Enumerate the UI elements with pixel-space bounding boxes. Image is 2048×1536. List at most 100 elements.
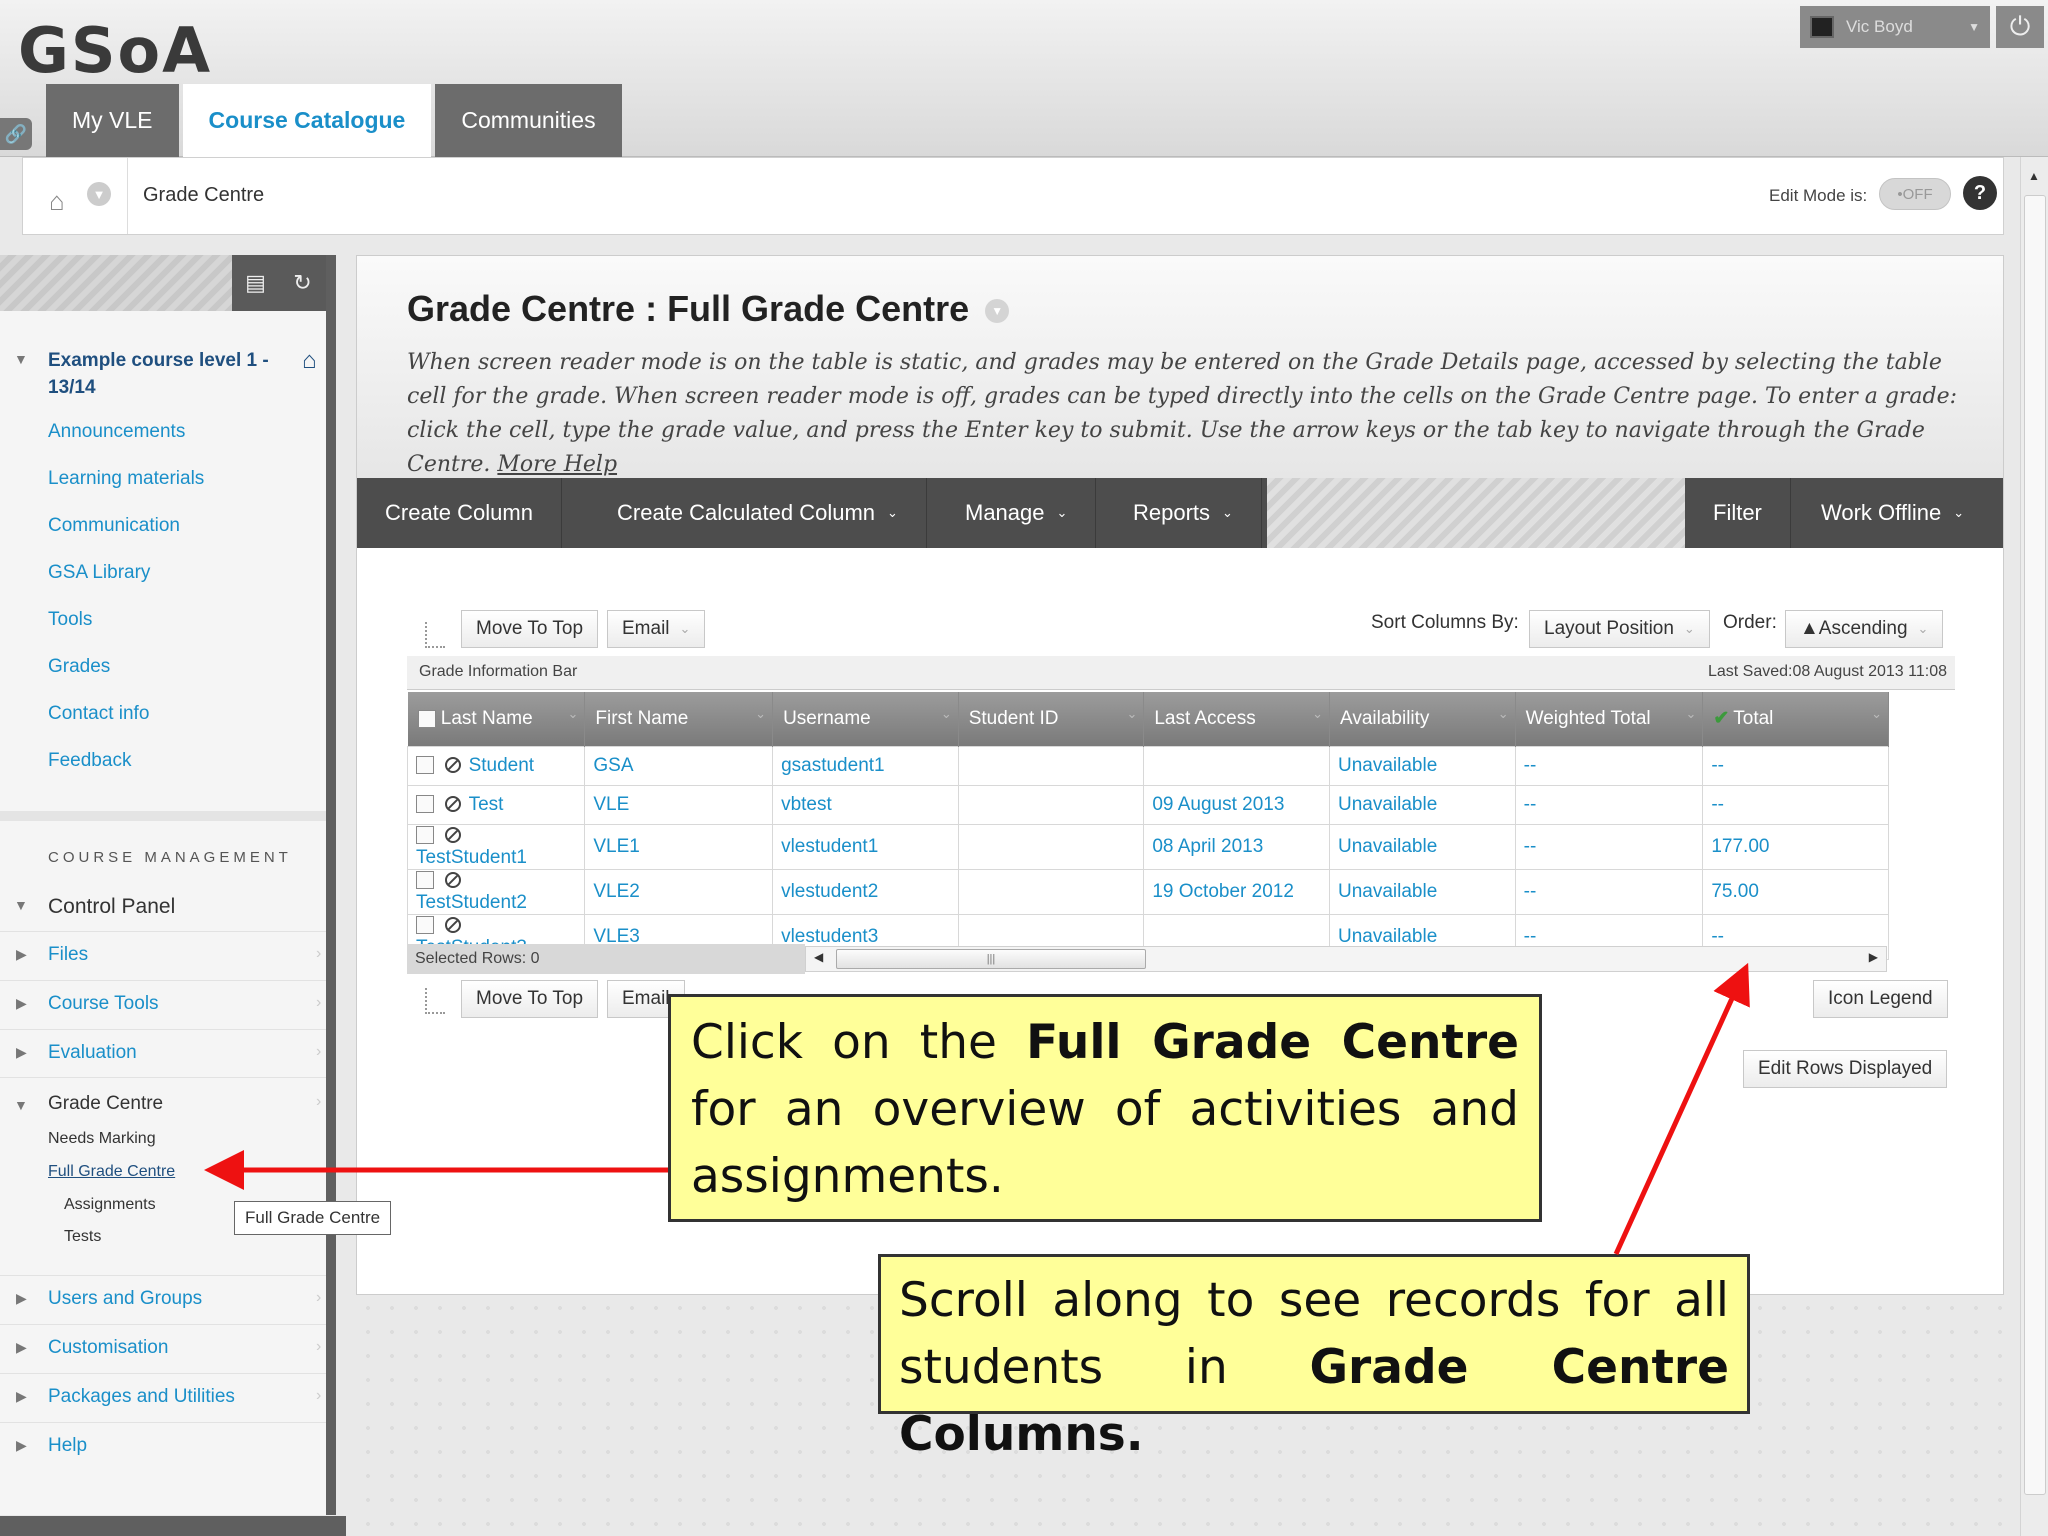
- first-name-cell[interactable]: VLE1: [584, 823, 774, 870]
- email-button[interactable]: Email ⌄: [607, 610, 706, 648]
- chevron-down-icon[interactable]: ⌄: [1871, 706, 1882, 722]
- row-checkbox[interactable]: [416, 795, 434, 814]
- chevron-down-icon[interactable]: ⌄: [1685, 706, 1696, 722]
- last-access-cell[interactable]: 08 April 2013: [1143, 823, 1330, 870]
- sidebar-item-announcements[interactable]: Announcements: [48, 421, 185, 443]
- folder-icon[interactable]: ▤: [232, 255, 279, 311]
- sidebar-item-evaluation[interactable]: ▶ Evaluation ›: [0, 1029, 326, 1077]
- sidebar-item-assignments[interactable]: Assignments: [64, 1196, 156, 1214]
- availability-cell[interactable]: Unavailable: [1329, 745, 1516, 786]
- control-panel-title[interactable]: Control Panel: [48, 895, 175, 919]
- last-name-cell[interactable]: TestStudent1: [406, 823, 586, 870]
- sidebar-item-grades[interactable]: Grades: [48, 656, 110, 678]
- horizontal-scrollbar[interactable]: ◀ ||| ▶: [805, 946, 1887, 972]
- tab-my-vle[interactable]: My VLE: [46, 84, 179, 157]
- availability-cell[interactable]: Unavailable: [1329, 868, 1516, 915]
- select-all-checkbox[interactable]: [417, 709, 436, 728]
- first-name-cell[interactable]: VLE: [584, 784, 774, 825]
- weighted-total-cell[interactable]: --: [1514, 868, 1704, 915]
- row-checkbox[interactable]: [416, 916, 434, 935]
- chevron-down-icon[interactable]: ⌄: [755, 706, 766, 722]
- chevron-down-icon[interactable]: ⌄: [567, 706, 578, 722]
- sidebar-item-help[interactable]: ▶ Help: [0, 1422, 326, 1470]
- link-icon[interactable]: 🔗: [0, 118, 32, 150]
- sidebar-item-files[interactable]: ▶ Files ›: [0, 931, 326, 979]
- row-checkbox[interactable]: [416, 871, 434, 890]
- last-name-cell[interactable]: Test: [406, 784, 586, 825]
- row-checkbox[interactable]: [416, 756, 434, 775]
- sidebar-item-full-grade-centre[interactable]: Full Grade Centre: [48, 1163, 175, 1181]
- collapse-triangle-icon[interactable]: ▼: [14, 897, 28, 913]
- chevron-down-icon[interactable]: ⌄: [1498, 706, 1509, 722]
- sort-columns-select[interactable]: Layout Position ⌄: [1529, 610, 1710, 648]
- tab-communities[interactable]: Communities: [435, 84, 622, 157]
- scroll-left-icon[interactable]: ◀: [814, 950, 823, 964]
- vertical-scrollbar[interactable]: ▲: [2020, 157, 2048, 1536]
- availability-cell[interactable]: Unavailable: [1329, 784, 1516, 825]
- last-name-cell[interactable]: TestStudent2: [406, 868, 586, 915]
- sidebar-item-tools[interactable]: Tools: [48, 609, 92, 631]
- move-to-top-button-bottom[interactable]: Move To Top: [461, 980, 599, 1018]
- column-student-id[interactable]: Student ID ⌄: [958, 692, 1145, 746]
- weighted-total-cell[interactable]: --: [1514, 823, 1704, 870]
- home-icon[interactable]: ⌂: [49, 186, 65, 217]
- manage-button[interactable]: Manage ⌄: [937, 478, 1097, 548]
- collapse-triangle-icon[interactable]: ▼: [14, 351, 28, 367]
- total-cell[interactable]: --: [1702, 784, 1889, 825]
- chevron-down-icon[interactable]: ▼: [985, 299, 1010, 324]
- scroll-thumb[interactable]: [2024, 195, 2046, 1495]
- tab-course-catalogue[interactable]: Course Catalogue: [182, 84, 432, 157]
- sidebar-item-communication[interactable]: Communication: [48, 515, 180, 537]
- sidebar-item-learning-materials[interactable]: Learning materials: [48, 468, 204, 490]
- first-name-cell[interactable]: VLE2: [584, 868, 774, 915]
- sidebar-item-gsa-library[interactable]: GSA Library: [48, 562, 150, 584]
- student-id-cell[interactable]: [957, 745, 1145, 786]
- username-cell[interactable]: vlestudent2: [772, 868, 959, 915]
- column-total[interactable]: ✔ Total ⌄: [1702, 692, 1889, 746]
- last-name-cell[interactable]: Student: [406, 745, 586, 786]
- create-column-button[interactable]: Create Column: [357, 478, 562, 548]
- weighted-total-cell[interactable]: --: [1514, 745, 1704, 786]
- column-weighted-total[interactable]: Weighted Total ⌄: [1515, 692, 1704, 746]
- column-availability[interactable]: Availability ⌄: [1329, 692, 1516, 746]
- sidebar-item-course-tools[interactable]: ▶ Course Tools ›: [0, 980, 326, 1028]
- total-cell[interactable]: 75.00: [1702, 868, 1889, 915]
- user-menu[interactable]: Vic Boyd ▼: [1800, 6, 1990, 48]
- column-username[interactable]: Username ⌄: [772, 692, 959, 746]
- last-access-cell[interactable]: [1143, 745, 1330, 786]
- refresh-icon[interactable]: ↻: [279, 255, 326, 311]
- student-id-cell[interactable]: [957, 868, 1145, 915]
- sidebar-item-grade-centre[interactable]: Grade Centre: [48, 1093, 163, 1115]
- edit-mode-toggle[interactable]: • OFF: [1879, 178, 1951, 210]
- sidebar-item-feedback[interactable]: Feedback: [48, 750, 131, 772]
- filter-button[interactable]: Filter: [1685, 478, 1791, 548]
- total-cell[interactable]: --: [1702, 745, 1889, 786]
- collapse-triangle-icon[interactable]: ▼: [14, 1097, 28, 1113]
- chevron-down-icon[interactable]: ⌄: [941, 706, 952, 722]
- weighted-total-cell[interactable]: --: [1514, 784, 1704, 825]
- reports-button[interactable]: Reports ⌄: [1105, 478, 1262, 548]
- home-icon[interactable]: ⌂: [302, 347, 317, 375]
- more-help-link[interactable]: More Help: [497, 452, 617, 477]
- sidebar-item-customisation[interactable]: ▶ Customisation ›: [0, 1324, 326, 1372]
- username-cell[interactable]: vlestudent1: [772, 823, 959, 870]
- column-first-name[interactable]: First Name ⌄: [584, 692, 774, 746]
- edit-rows-displayed-button[interactable]: Edit Rows Displayed: [1743, 1050, 1948, 1088]
- work-offline-button[interactable]: Work Offline ⌄: [1793, 478, 1992, 548]
- column-last-access[interactable]: Last Access ⌄: [1143, 692, 1330, 746]
- total-cell[interactable]: 177.00: [1702, 823, 1889, 870]
- student-id-cell[interactable]: [957, 823, 1145, 870]
- last-access-cell[interactable]: 09 August 2013: [1143, 784, 1330, 825]
- scroll-right-icon[interactable]: ▶: [1869, 950, 1878, 964]
- chevron-down-icon[interactable]: ⌄: [1312, 706, 1323, 722]
- breadcrumb-title[interactable]: Grade Centre: [143, 184, 264, 207]
- availability-cell[interactable]: Unavailable: [1329, 823, 1516, 870]
- scroll-thumb[interactable]: |||: [836, 949, 1146, 969]
- username-cell[interactable]: vbtest: [772, 784, 959, 825]
- column-last-name[interactable]: Last Name ⌄: [407, 692, 586, 746]
- course-title[interactable]: Example course level 1 - 13/14: [48, 347, 288, 401]
- help-button[interactable]: ?: [1963, 176, 1997, 210]
- username-cell[interactable]: gsastudent1: [772, 745, 959, 786]
- first-name-cell[interactable]: GSA: [584, 745, 774, 786]
- create-calculated-column-button[interactable]: Create Calculated Column ⌄: [589, 478, 927, 548]
